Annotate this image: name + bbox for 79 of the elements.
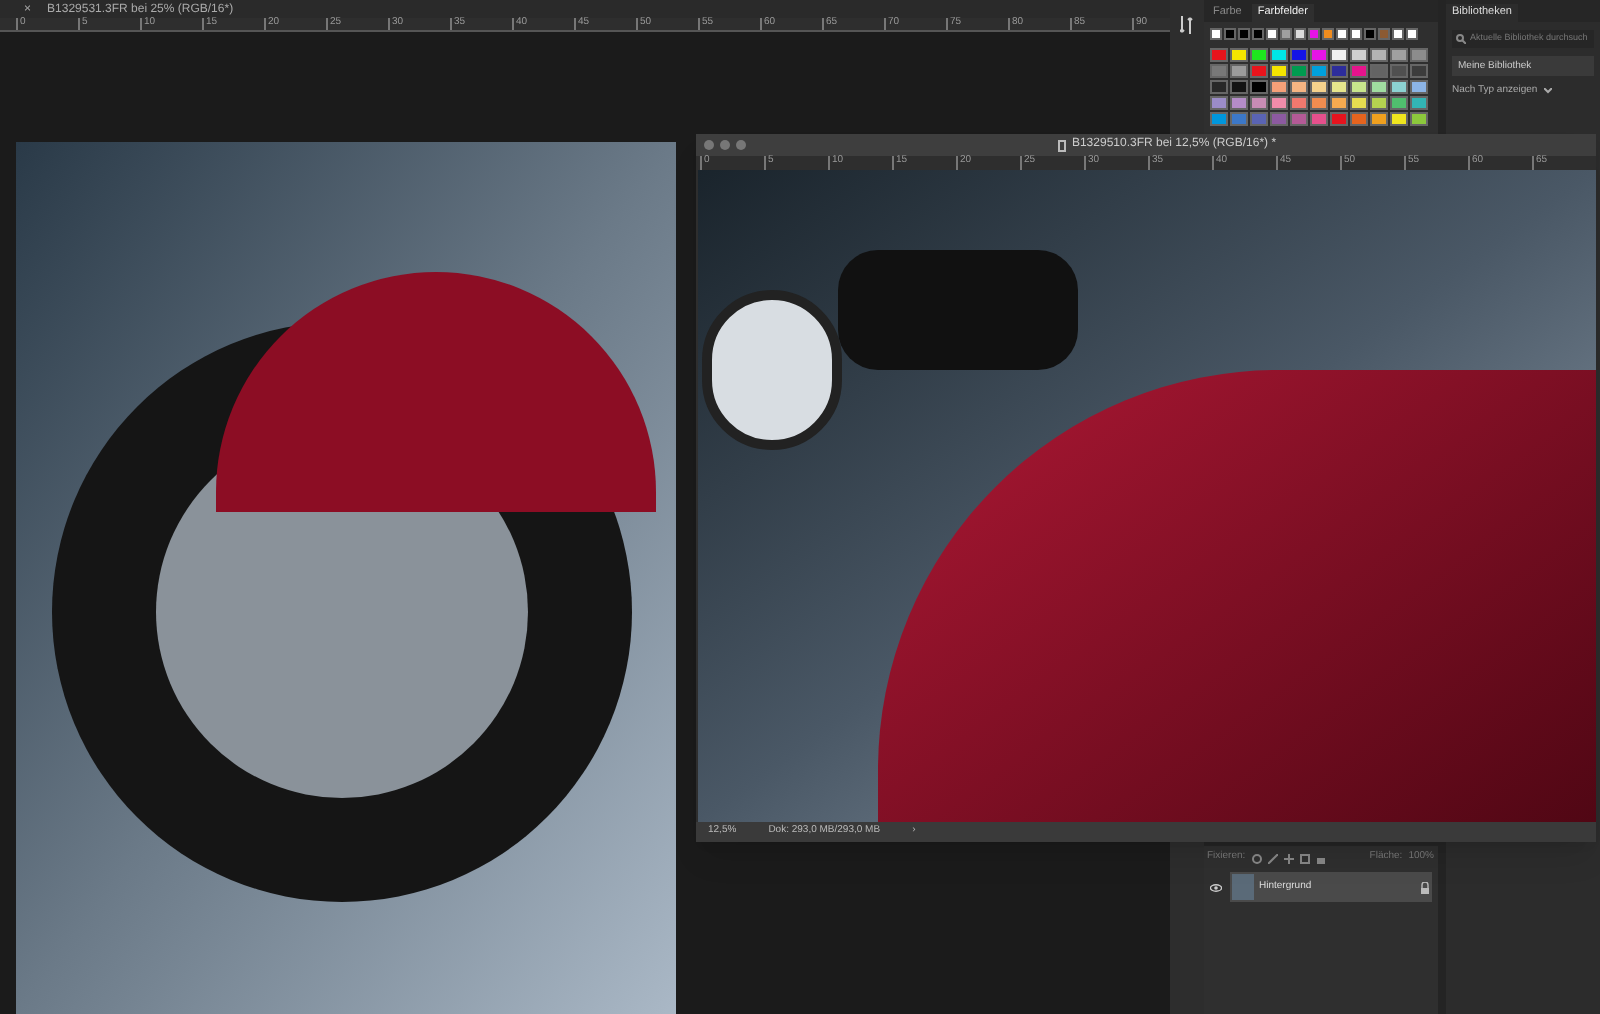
- color-swatch[interactable]: [1377, 28, 1389, 40]
- color-swatch[interactable]: [1369, 64, 1387, 78]
- color-swatch[interactable]: [1409, 48, 1427, 62]
- color-swatch[interactable]: [1369, 112, 1387, 126]
- color-swatch[interactable]: [1307, 28, 1319, 40]
- color-swatch[interactable]: [1335, 28, 1347, 40]
- color-swatch[interactable]: [1391, 28, 1403, 40]
- color-swatch[interactable]: [1329, 96, 1347, 110]
- color-swatch[interactable]: [1249, 48, 1267, 62]
- color-swatch[interactable]: [1209, 112, 1227, 126]
- color-swatch[interactable]: [1329, 112, 1347, 126]
- color-swatch[interactable]: [1209, 96, 1227, 110]
- color-swatch[interactable]: [1405, 28, 1417, 40]
- color-swatch[interactable]: [1289, 96, 1307, 110]
- color-swatch[interactable]: [1249, 80, 1267, 94]
- color-swatch[interactable]: [1389, 48, 1407, 62]
- color-swatch[interactable]: [1369, 48, 1387, 62]
- color-swatch[interactable]: [1409, 96, 1427, 110]
- color-swatch[interactable]: [1249, 96, 1267, 110]
- color-swatch[interactable]: [1229, 64, 1247, 78]
- chevron-down-icon[interactable]: [1543, 88, 1552, 95]
- color-swatch[interactable]: [1349, 80, 1367, 94]
- color-swatch[interactable]: [1369, 80, 1387, 94]
- color-swatch[interactable]: [1249, 64, 1267, 78]
- color-swatch[interactable]: [1349, 96, 1367, 110]
- color-swatch[interactable]: [1269, 112, 1287, 126]
- color-swatch[interactable]: [1409, 64, 1427, 78]
- color-swatch[interactable]: [1409, 80, 1427, 94]
- color-swatch[interactable]: [1389, 96, 1407, 110]
- color-swatch[interactable]: [1229, 80, 1247, 94]
- color-swatch[interactable]: [1209, 80, 1227, 94]
- color-swatch[interactable]: [1389, 112, 1407, 126]
- color-swatch[interactable]: [1229, 96, 1247, 110]
- color-swatch[interactable]: [1279, 28, 1291, 40]
- color-swatch[interactable]: [1329, 48, 1347, 62]
- color-swatch[interactable]: [1309, 80, 1327, 94]
- search-icon: [1456, 34, 1466, 44]
- color-swatch[interactable]: [1349, 28, 1361, 40]
- color-swatch[interactable]: [1269, 48, 1287, 62]
- color-swatch[interactable]: [1229, 112, 1247, 126]
- color-swatch[interactable]: [1251, 28, 1263, 40]
- color-swatch[interactable]: [1309, 48, 1327, 62]
- crop-icon[interactable]: [1299, 853, 1310, 863]
- color-swatch[interactable]: [1363, 28, 1375, 40]
- color-swatch[interactable]: [1369, 96, 1387, 110]
- layer-thumbnail: [1231, 874, 1253, 900]
- color-swatch[interactable]: [1269, 80, 1287, 94]
- color-swatch[interactable]: [1309, 64, 1327, 78]
- color-swatch[interactable]: [1289, 80, 1307, 94]
- color-swatch[interactable]: [1209, 48, 1227, 62]
- color-swatch[interactable]: [1269, 96, 1287, 110]
- color-swatch[interactable]: [1349, 112, 1367, 126]
- document-icon: [1057, 139, 1066, 151]
- color-swatch[interactable]: [1289, 48, 1307, 62]
- color-swatch[interactable]: [1309, 112, 1327, 126]
- brush-icon[interactable]: [1267, 853, 1278, 863]
- color-swatch[interactable]: [1389, 80, 1407, 94]
- color-swatch[interactable]: [1229, 48, 1247, 62]
- move-icon[interactable]: [1283, 853, 1294, 863]
- color-swatch[interactable]: [1349, 48, 1367, 62]
- eye-icon[interactable]: [1210, 883, 1222, 891]
- color-swatch[interactable]: [1329, 80, 1347, 94]
- color-swatch[interactable]: [1209, 28, 1221, 40]
- swap-arrows-icon[interactable]: [1179, 16, 1194, 34]
- color-swatch[interactable]: [1237, 28, 1249, 40]
- color-swatch[interactable]: [1209, 64, 1227, 78]
- color-swatch[interactable]: [1265, 28, 1277, 40]
- color-swatch[interactable]: [1329, 64, 1347, 78]
- color-swatch[interactable]: [1269, 64, 1287, 78]
- color-swatch[interactable]: [1349, 64, 1367, 78]
- color-swatch[interactable]: [1289, 112, 1307, 126]
- color-swatch[interactable]: [1409, 112, 1427, 126]
- color-swatch[interactable]: [1309, 96, 1327, 110]
- color-swatch[interactable]: [1289, 64, 1307, 78]
- color-swatch[interactable]: [1389, 64, 1407, 78]
- color-swatch[interactable]: [1293, 28, 1305, 40]
- color-swatch[interactable]: [1249, 112, 1267, 126]
- color-swatch[interactable]: [1321, 28, 1333, 40]
- color-swatch[interactable]: [1223, 28, 1235, 40]
